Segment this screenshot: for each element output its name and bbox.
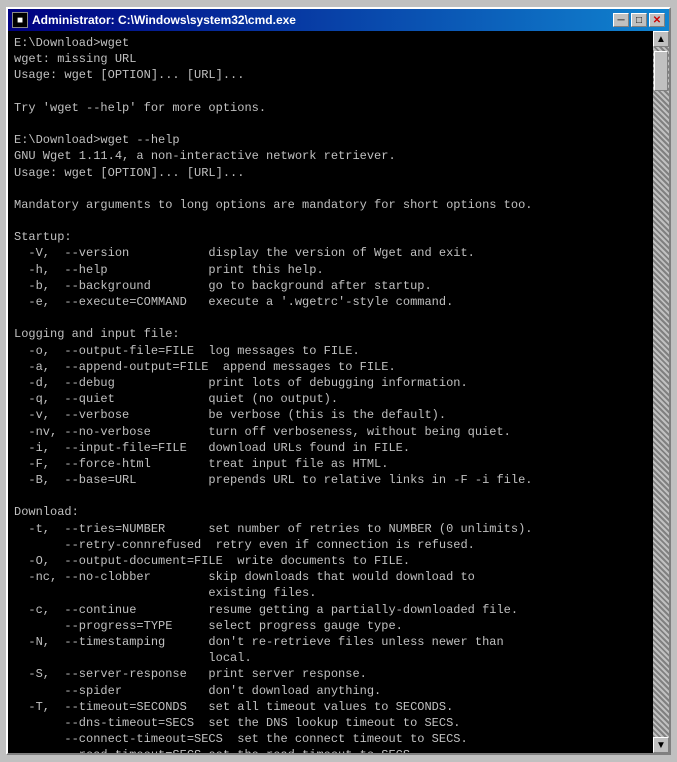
cmd-window: ■ Administrator: C:\Windows\system32\cmd… <box>6 7 671 755</box>
scroll-track[interactable] <box>653 47 669 737</box>
terminal-area: E:\Download>wget wget: missing URL Usage… <box>8 31 669 753</box>
minimize-button[interactable]: ─ <box>613 13 629 27</box>
window-icon: ■ <box>12 12 28 28</box>
window-title: Administrator: C:\Windows\system32\cmd.e… <box>32 13 296 27</box>
scroll-up-button[interactable]: ▲ <box>653 31 669 47</box>
close-button[interactable]: ✕ <box>649 13 665 27</box>
title-bar: ■ Administrator: C:\Windows\system32\cmd… <box>8 9 669 31</box>
scrollbar[interactable]: ▲ ▼ <box>653 31 669 753</box>
title-bar-buttons: ─ □ ✕ <box>613 13 665 27</box>
terminal-output[interactable]: E:\Download>wget wget: missing URL Usage… <box>8 31 653 753</box>
scroll-down-button[interactable]: ▼ <box>653 737 669 753</box>
scroll-thumb[interactable] <box>654 51 668 91</box>
maximize-button[interactable]: □ <box>631 13 647 27</box>
title-bar-left: ■ Administrator: C:\Windows\system32\cmd… <box>12 12 296 28</box>
